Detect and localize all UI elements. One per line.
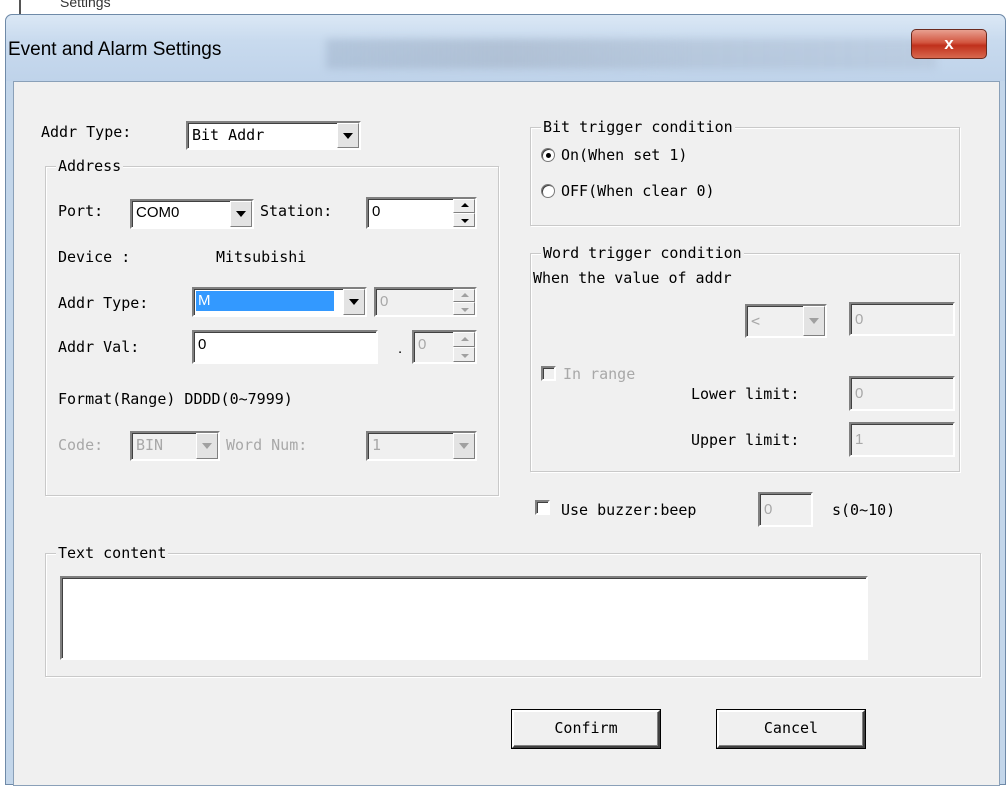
chevron-down-icon[interactable] [337,123,359,148]
word-trigger-group: Word trigger condition When the value of… [530,243,960,472]
station-stepper[interactable]: 0 [366,197,477,229]
compare-operator-select: < [745,304,827,338]
bit-spin-buttons [453,332,475,362]
code-select: BIN [130,431,220,461]
device-value: Mitsubishi [216,248,307,266]
close-icon: x [944,34,954,53]
index-spin-buttons [453,289,475,315]
word-trigger-description: When the value of addr [533,269,732,287]
radio-on-label: On(When set 1) [561,146,688,164]
station-spin-buttons[interactable] [453,199,475,227]
address-group-title: Address [56,156,124,176]
use-buzzer-checkbox[interactable] [535,500,550,515]
addr-val-separator: . [398,340,403,357]
addr-type-device-select[interactable]: M [192,287,367,317]
lower-limit-input: 0 [849,376,955,411]
radio-off-when-clear[interactable] [541,184,555,198]
chevron-down-icon [196,433,218,459]
lower-limit-label: Lower limit: [691,385,800,403]
code-label: Code: [58,436,104,454]
addr-type-select[interactable]: Bit Addr [186,121,361,150]
buzzer-seconds-input[interactable]: 0 [758,492,813,527]
text-content-input[interactable] [60,576,868,660]
buzzer-unit-label: s(0~10) [832,501,896,519]
text-content-title: Text content [56,543,169,563]
word-num-label: Word Num: [226,436,308,454]
chevron-down-icon[interactable] [230,201,252,227]
text-content-group: Text content [45,543,981,677]
addr-val-input[interactable]: 0 [192,330,378,364]
bit-trigger-group: Bit trigger condition On(When set 1) OFF… [530,117,960,226]
radio-off-label: OFF(When clear 0) [561,182,715,200]
radio-on-when-set[interactable] [541,148,555,162]
word-trigger-title: Word trigger condition [541,243,744,263]
upper-limit-label: Upper limit: [691,431,800,449]
dialog-title: Event and Alarm Settings [8,39,222,60]
device-label: Device : [58,248,131,266]
addr-type-sub-label: Addr Type: [58,294,149,312]
chevron-down-icon [453,433,475,459]
upper-limit-input: 1 [849,422,955,457]
close-button[interactable]: x [911,29,987,59]
bit-trigger-title: Bit trigger condition [541,117,735,137]
titlebar-blurred-background [326,39,936,69]
in-range-label: In range [563,365,636,383]
event-alarm-dialog: Event and Alarm Settings x Addr Type: Bi… [5,14,1006,786]
port-select[interactable]: COM0 [130,199,254,229]
in-range-checkbox [541,366,556,381]
use-buzzer-label: Use buzzer:beep [561,501,697,519]
addr-type-label: Addr Type: [41,123,132,141]
addr-val-label: Addr Val: [58,338,140,356]
cancel-button[interactable]: Cancel [717,710,865,748]
chevron-down-icon [803,306,825,336]
dialog-client-area: Addr Type: Bit Addr Address Port: COM0 S… [13,81,1000,786]
word-num-select: 1 [366,431,477,461]
compare-value-input: 0 [849,302,955,336]
chevron-down-icon[interactable] [343,289,365,315]
addr-type-index-stepper: 0 [374,287,477,317]
addr-val-bit-stepper: 0 [412,330,477,364]
format-range-text: Format(Range) DDDD(0~7999) [58,390,293,408]
address-group: Address Port: COM0 Station: 0 Device : M… [45,156,499,496]
confirm-button[interactable]: Confirm [512,710,660,748]
background-window-title: Settings [60,0,111,10]
port-label: Port: [58,202,104,220]
dialog-titlebar[interactable]: Event and Alarm Settings x [6,15,1005,81]
station-label: Station: [260,202,333,220]
